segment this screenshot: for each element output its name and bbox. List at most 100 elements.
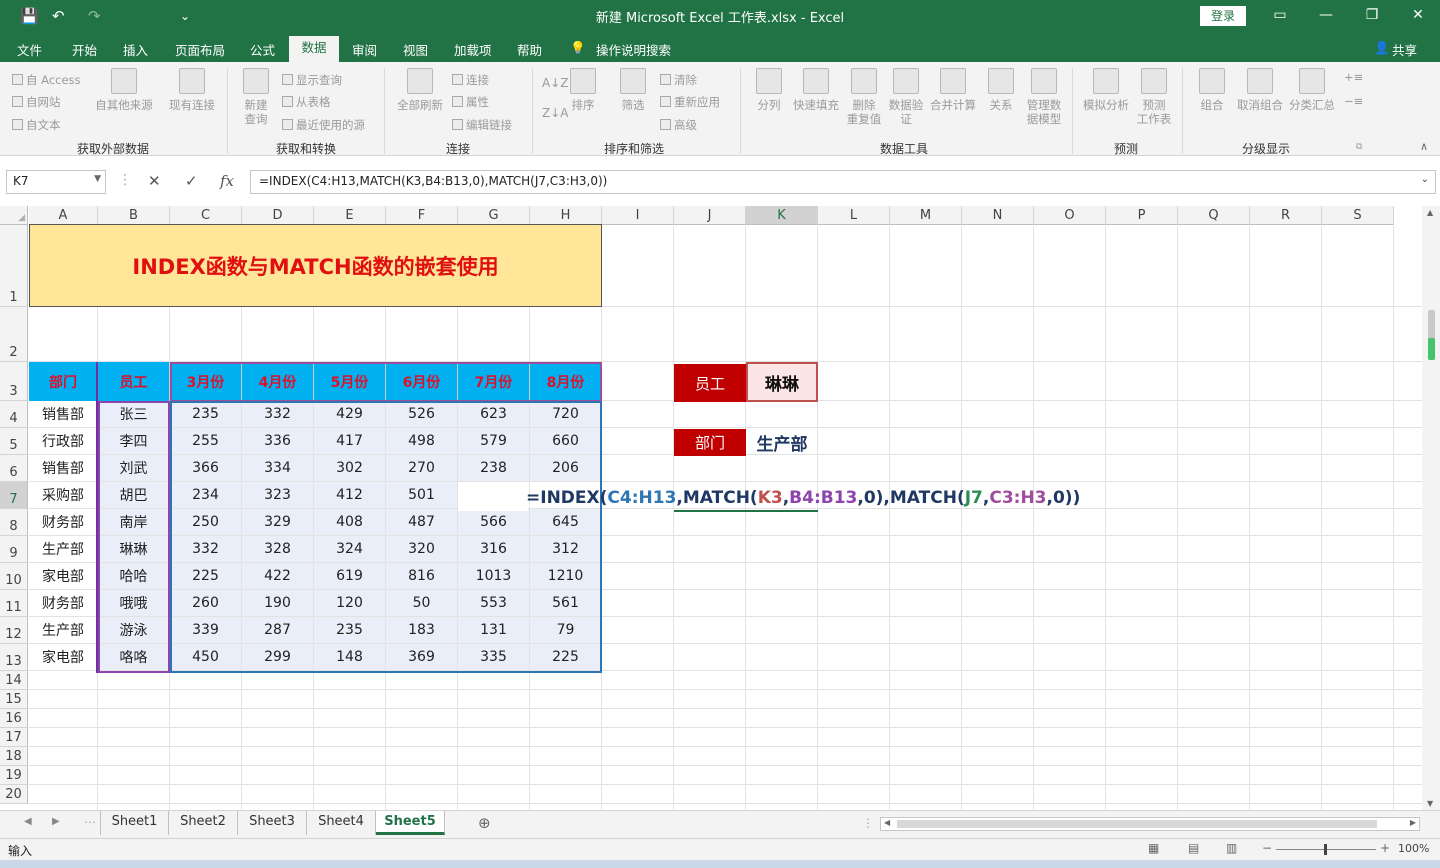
table-cell[interactable]: 579 bbox=[458, 428, 529, 454]
table-cell[interactable]: 225 bbox=[170, 563, 241, 589]
row-header[interactable]: 3 bbox=[0, 362, 28, 401]
data-validation-button[interactable]: 数据验 证 bbox=[886, 68, 926, 126]
table-cell[interactable]: 450 bbox=[170, 644, 241, 670]
table-cell[interactable]: 369 bbox=[386, 644, 457, 670]
sheet-tab-2[interactable]: Sheet2 bbox=[169, 811, 238, 835]
row-header[interactable]: 1 bbox=[0, 225, 28, 307]
show-detail-icon[interactable]: +≡ bbox=[1344, 70, 1363, 84]
consolidate-button[interactable]: 合并计算 bbox=[928, 68, 978, 112]
prev-sheet-icon[interactable]: ◀ bbox=[24, 816, 32, 827]
tab-review[interactable]: 审阅 bbox=[352, 40, 377, 59]
table-cell[interactable]: 619 bbox=[314, 563, 385, 589]
column-header[interactable]: M bbox=[890, 206, 962, 225]
tab-page-layout[interactable]: 页面布局 bbox=[175, 40, 225, 59]
table-cell[interactable]: 487 bbox=[386, 509, 457, 535]
table-cell[interactable]: 334 bbox=[242, 455, 313, 481]
scroll-up-icon[interactable]: ▲ bbox=[1427, 208, 1433, 217]
what-if-button[interactable]: 模拟分析 bbox=[1080, 68, 1132, 112]
tab-data[interactable]: 数据 bbox=[289, 36, 339, 62]
row-header[interactable]: 2 bbox=[0, 307, 28, 362]
scroll-down-icon[interactable]: ▼ bbox=[1427, 799, 1433, 808]
table-cell[interactable]: 销售部 bbox=[29, 401, 97, 427]
from-web-button[interactable]: 自网站 bbox=[12, 94, 61, 110]
table-cell[interactable]: 324 bbox=[314, 536, 385, 562]
table-cell[interactable]: 刘武 bbox=[98, 455, 169, 481]
table-cell[interactable]: 生产部 bbox=[29, 536, 97, 562]
properties-button[interactable]: 属性 bbox=[452, 94, 489, 110]
table-cell[interactable]: 财务部 bbox=[29, 590, 97, 616]
page-layout-view-icon[interactable]: ▤ bbox=[1188, 841, 1199, 855]
table-cell[interactable]: 816 bbox=[386, 563, 457, 589]
ribbon-display-icon[interactable]: ▭ bbox=[1268, 4, 1292, 26]
tab-formulas[interactable]: 公式 bbox=[250, 40, 275, 59]
tab-insert[interactable]: 插入 bbox=[123, 40, 148, 59]
row-header[interactable]: 20 bbox=[0, 785, 28, 804]
minimize-icon[interactable]: — bbox=[1314, 4, 1338, 26]
relationships-button[interactable]: 关系 bbox=[982, 68, 1020, 112]
restore-icon[interactable]: ❐ bbox=[1360, 4, 1384, 26]
table-cell[interactable]: 行政部 bbox=[29, 428, 97, 454]
forecast-sheet-button[interactable]: 预测 工作表 bbox=[1134, 68, 1174, 126]
column-header[interactable]: G bbox=[458, 206, 530, 225]
table-cell[interactable]: 胡巴 bbox=[98, 482, 169, 508]
column-header[interactable]: D bbox=[242, 206, 314, 225]
close-icon[interactable]: ✕ bbox=[1406, 4, 1430, 26]
tab-home[interactable]: 开始 bbox=[72, 40, 97, 59]
table-cell[interactable]: 采购部 bbox=[29, 482, 97, 508]
tabs-menu-icon[interactable]: ⋯ bbox=[84, 815, 96, 829]
column-header[interactable]: Q bbox=[1178, 206, 1250, 225]
ungroup-button[interactable]: 取消组合 bbox=[1234, 68, 1286, 112]
row-header[interactable]: 6 bbox=[0, 455, 28, 482]
table-cell[interactable]: 250 bbox=[170, 509, 241, 535]
table-cell[interactable]: 238 bbox=[458, 455, 529, 481]
share-button[interactable]: 共享 bbox=[1392, 40, 1417, 59]
table-cell[interactable]: 生产部 bbox=[29, 617, 97, 643]
sheet-tab-3[interactable]: Sheet3 bbox=[238, 811, 307, 835]
column-header[interactable]: I bbox=[602, 206, 674, 225]
table-cell[interactable]: 张三 bbox=[98, 401, 169, 427]
row-header[interactable]: 18 bbox=[0, 747, 28, 766]
table-cell[interactable]: 190 bbox=[242, 590, 313, 616]
name-box-dropdown-icon[interactable]: ▼ bbox=[94, 174, 101, 184]
table-cell[interactable]: 320 bbox=[386, 536, 457, 562]
table-cell[interactable]: 329 bbox=[242, 509, 313, 535]
table-cell[interactable]: 312 bbox=[530, 536, 601, 562]
scroll-left-icon[interactable]: ◀ bbox=[884, 818, 890, 827]
row-header[interactable]: 5 bbox=[0, 428, 28, 455]
table-cell[interactable]: 720 bbox=[530, 401, 601, 427]
table-cell[interactable]: 299 bbox=[242, 644, 313, 670]
tab-addins[interactable]: 加载项 bbox=[454, 40, 492, 59]
name-box[interactable]: K7 ▼ bbox=[6, 170, 106, 194]
table-cell[interactable]: 131 bbox=[458, 617, 529, 643]
table-cell[interactable]: 566 bbox=[458, 509, 529, 535]
filter-button[interactable]: 筛选 bbox=[614, 68, 652, 112]
table-cell[interactable]: 660 bbox=[530, 428, 601, 454]
next-sheet-icon[interactable]: ▶ bbox=[52, 816, 60, 827]
cancel-icon[interactable]: ✕ bbox=[148, 172, 161, 190]
insert-function-icon[interactable]: fx bbox=[220, 172, 234, 190]
table-cell[interactable]: 561 bbox=[530, 590, 601, 616]
table-header-cell[interactable]: 员工 bbox=[98, 362, 170, 401]
column-header[interactable]: K bbox=[746, 206, 818, 225]
table-cell[interactable]: 李四 bbox=[98, 428, 169, 454]
table-cell[interactable]: 316 bbox=[458, 536, 529, 562]
edit-links-button[interactable]: 编辑链接 bbox=[452, 117, 512, 133]
table-cell[interactable]: 234 bbox=[170, 482, 241, 508]
subtotal-button[interactable]: 分类汇总 bbox=[1286, 68, 1338, 112]
column-header[interactable]: O bbox=[1034, 206, 1106, 225]
flash-fill-button[interactable]: 快速填充 bbox=[790, 68, 842, 112]
page-break-view-icon[interactable]: ▥ bbox=[1226, 841, 1237, 855]
existing-connections-button[interactable]: 现有连接 bbox=[164, 68, 220, 112]
table-cell[interactable]: 412 bbox=[314, 482, 385, 508]
column-header[interactable]: C bbox=[170, 206, 242, 225]
collapse-ribbon-icon[interactable]: ∧ bbox=[1420, 140, 1428, 153]
from-access-button[interactable]: 自 Access bbox=[12, 72, 81, 88]
row-header[interactable]: 13 bbox=[0, 644, 28, 671]
table-cell[interactable]: 南岸 bbox=[98, 509, 169, 535]
row-header[interactable]: 12 bbox=[0, 617, 28, 644]
row-header[interactable]: 4 bbox=[0, 401, 28, 428]
table-cell[interactable]: 422 bbox=[242, 563, 313, 589]
login-button[interactable]: 登录 bbox=[1200, 6, 1246, 26]
table-cell[interactable]: 417 bbox=[314, 428, 385, 454]
table-cell[interactable]: 50 bbox=[386, 590, 457, 616]
